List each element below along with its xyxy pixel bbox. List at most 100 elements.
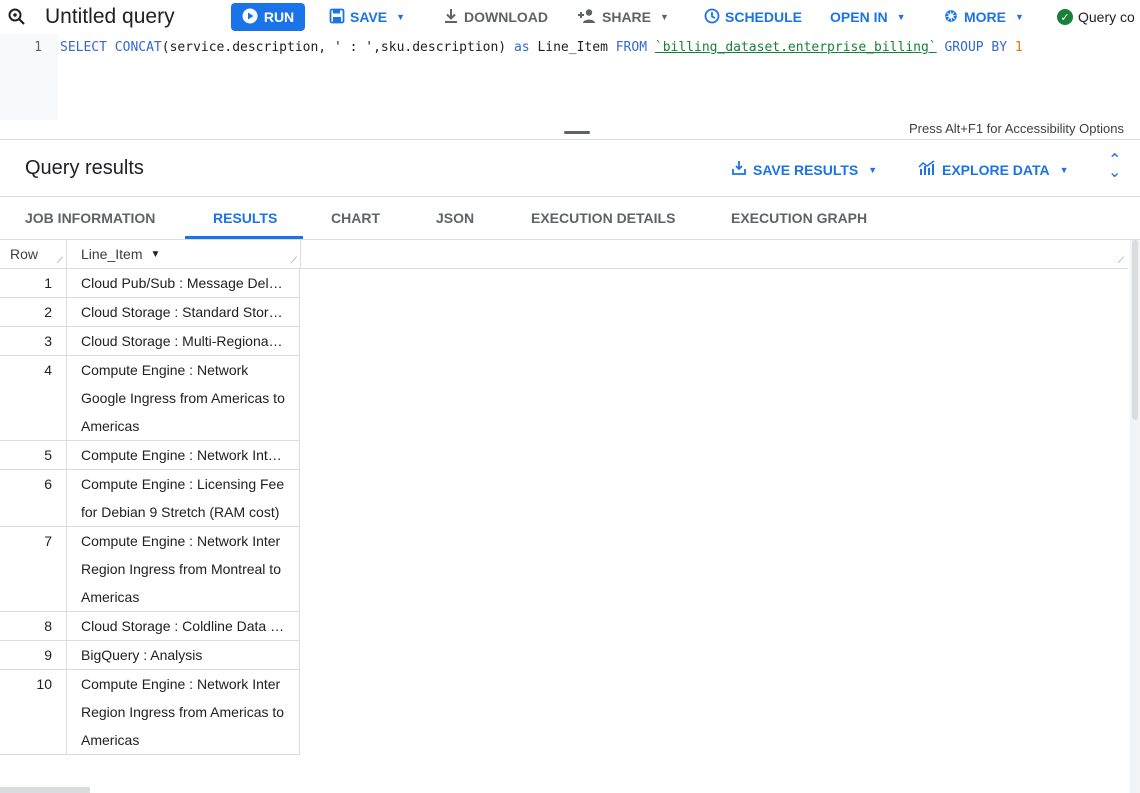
- editor-gutter: 1: [0, 34, 58, 120]
- save-results-button[interactable]: SAVE RESULTS ▼: [731, 160, 877, 179]
- line-item-cell[interactable]: BigQuery : Analysis: [67, 641, 300, 669]
- line-item-cell[interactable]: Compute Engine : Network Inter Region In…: [67, 527, 300, 611]
- line-item-cell[interactable]: Cloud Pub/Sub : Message Deliv…: [67, 269, 300, 297]
- run-button[interactable]: RUN: [231, 3, 305, 31]
- explore-data-label: EXPLORE DATA: [942, 161, 1050, 178]
- table-row[interactable]: 6 Compute Engine : Licensing Fee for Deb…: [0, 470, 300, 527]
- sql-number: 1: [1014, 40, 1023, 55]
- tab-chart[interactable]: CHART: [331, 197, 380, 239]
- chevron-down-icon: ▼: [1059, 164, 1069, 175]
- sort-dropdown-icon[interactable]: ▼: [150, 249, 160, 260]
- column-header-row[interactable]: Row ⟋: [0, 240, 67, 268]
- row-number: 8: [0, 612, 67, 640]
- line-item-cell[interactable]: Cloud Storage : Standard Stora…: [67, 298, 300, 326]
- table-row[interactable]: 5 Compute Engine : Network Intr…: [0, 441, 300, 470]
- table-row[interactable]: 8 Cloud Storage : Coldline Data R…: [0, 612, 300, 641]
- line-item-cell[interactable]: Cloud Storage : Coldline Data R…: [67, 612, 300, 640]
- sql-keyword-select: SELECT: [60, 40, 107, 55]
- table-row[interactable]: 9 BigQuery : Analysis: [0, 641, 300, 670]
- clock-icon: [704, 8, 720, 27]
- table-row[interactable]: 7 Compute Engine : Network Inter Region …: [0, 527, 300, 612]
- status-text: Query co: [1078, 9, 1135, 25]
- download-button[interactable]: DOWNLOAD: [443, 0, 548, 34]
- column-resize-icon[interactable]: ⟋: [291, 255, 297, 266]
- open-in-label: OPEN IN: [830, 9, 888, 25]
- sql-keyword-group-by: GROUP BY: [944, 40, 1008, 55]
- download-label: DOWNLOAD: [464, 9, 548, 25]
- row-number: 3: [0, 327, 67, 355]
- tab-execution-graph[interactable]: EXECUTION GRAPH: [731, 197, 867, 239]
- add-person-icon: [577, 8, 597, 27]
- open-in-button[interactable]: OPEN IN ▼: [830, 0, 906, 34]
- sql-editor[interactable]: 1 SELECT CONCAT(service.description, ' :…: [0, 34, 1140, 140]
- line-item-cell[interactable]: Cloud Storage : Multi-Regional …: [67, 327, 300, 355]
- column-resize-icon[interactable]: ⟋: [1118, 255, 1124, 266]
- table-row[interactable]: 1 Cloud Pub/Sub : Message Deliv…: [0, 269, 300, 298]
- tab-results[interactable]: RESULTS: [213, 197, 277, 239]
- sql-keyword-as: as: [513, 40, 530, 55]
- line-item-cell[interactable]: Compute Engine : Network Inter Region In…: [67, 670, 300, 754]
- line-item-cell[interactable]: Compute Engine : Licensing Fee for Debia…: [67, 470, 300, 526]
- download-icon: [443, 8, 459, 27]
- active-tab-indicator: [185, 236, 303, 239]
- tab-json[interactable]: JSON: [436, 197, 474, 239]
- row-number: 6: [0, 470, 67, 526]
- scrollbar-thumb[interactable]: [1132, 240, 1138, 420]
- run-label: RUN: [263, 9, 295, 25]
- schedule-label: SCHEDULE: [725, 9, 803, 25]
- chevron-down-icon: ▼: [896, 12, 906, 22]
- table-row[interactable]: 3 Cloud Storage : Multi-Regional …: [0, 327, 300, 356]
- row-number: 2: [0, 298, 67, 326]
- query-toolbar: Untitled query RUN SAVE ▼ DOWNLOAD SHARE…: [0, 0, 1140, 34]
- chevron-down-icon: ▼: [868, 164, 878, 175]
- line-item-cell[interactable]: Compute Engine : Network Intr…: [67, 441, 300, 469]
- results-title: Query results: [25, 157, 144, 179]
- more-button[interactable]: MORE ▼: [943, 0, 1024, 34]
- row-number: 1: [0, 269, 67, 297]
- chevron-down-icon: ▼: [396, 12, 406, 22]
- table-row[interactable]: 2 Cloud Storage : Standard Stora…: [0, 298, 300, 327]
- results-header: Query results SAVE RESULTS ▼ EXPLORE DAT…: [0, 140, 1140, 197]
- table-body: 1 Cloud Pub/Sub : Message Deliv… 2 Cloud…: [0, 269, 300, 755]
- schedule-button[interactable]: SCHEDULE: [704, 0, 802, 34]
- table-row[interactable]: 10 Compute Engine : Network Inter Region…: [0, 670, 300, 755]
- query-status: ✓ Query co: [1057, 0, 1135, 34]
- line-number: 1: [34, 40, 42, 55]
- chart-icon: [918, 160, 936, 179]
- sql-function-concat: CONCAT: [114, 40, 162, 55]
- play-icon: [242, 8, 258, 27]
- row-number: 9: [0, 641, 67, 669]
- chevron-down-icon: ▼: [660, 12, 669, 22]
- check-circle-icon: ✓: [1057, 9, 1073, 25]
- sql-table-link[interactable]: `billing_dataset.enterprise_billing`: [655, 40, 937, 55]
- vertical-scrollbar[interactable]: [1130, 240, 1140, 793]
- sql-code-line[interactable]: SELECT CONCAT(service.description, ' : '…: [60, 40, 1023, 55]
- explore-data-button[interactable]: EXPLORE DATA ▼: [918, 160, 1069, 179]
- results-table: Row ⟋ Line_Item ▼ ⟋ ⟋ 1 Cloud Pub/Sub : …: [0, 240, 1140, 793]
- horizontal-scrollbar[interactable]: [0, 787, 90, 793]
- save-label: SAVE: [350, 9, 388, 25]
- tab-execution-details[interactable]: EXECUTION DETAILS: [531, 197, 675, 239]
- sql-concat-args: (service.description, ' : ',sku.descript…: [161, 40, 507, 55]
- results-tabs: JOB INFORMATION RESULTS CHART JSON EXECU…: [0, 197, 1140, 240]
- save-button[interactable]: SAVE ▼: [329, 0, 405, 34]
- gear-icon: [943, 8, 959, 27]
- editor-resize-handle[interactable]: [564, 131, 590, 134]
- query-icon: [7, 0, 27, 34]
- share-button[interactable]: SHARE ▼: [577, 0, 669, 34]
- chevron-down-icon: ▼: [1015, 12, 1024, 22]
- table-header-row: Row ⟋ Line_Item ▼ ⟋ ⟋: [0, 240, 1128, 269]
- tab-job-information[interactable]: JOB INFORMATION: [25, 197, 155, 239]
- more-label: MORE: [964, 9, 1006, 25]
- row-number: 4: [0, 356, 67, 440]
- column-header-line-item[interactable]: Line_Item ▼ ⟋: [67, 240, 301, 268]
- accessibility-hint: Press Alt+F1 for Accessibility Options: [909, 121, 1124, 136]
- row-number: 5: [0, 441, 67, 469]
- sql-alias: Line_Item: [537, 40, 608, 55]
- save-results-icon: [731, 160, 747, 179]
- table-row[interactable]: 4 Compute Engine : Network Google Ingres…: [0, 356, 300, 441]
- expand-collapse-icon[interactable]: ⌃ ⌄: [1108, 153, 1121, 181]
- query-title[interactable]: Untitled query: [45, 0, 175, 34]
- column-resize-icon[interactable]: ⟋: [57, 255, 63, 266]
- line-item-cell[interactable]: Compute Engine : Network Google Ingress …: [67, 356, 300, 440]
